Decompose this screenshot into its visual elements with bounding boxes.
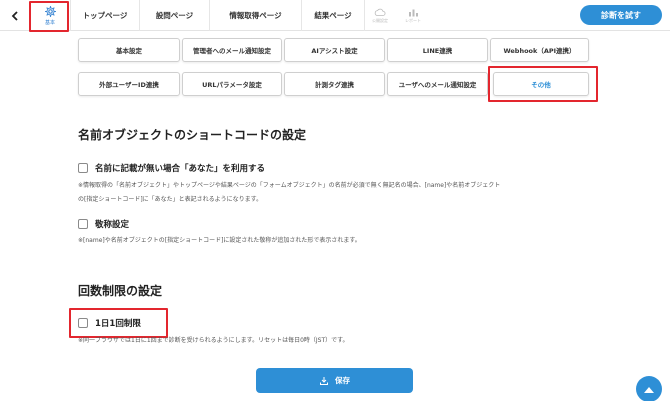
tab-publish-settings[interactable]: 公開設定 [369, 3, 391, 28]
bar-chart-icon [408, 9, 418, 16]
tab-publish-label: 公開設定 [372, 17, 388, 23]
basic-settings-button[interactable]: 基本設定 [78, 38, 180, 62]
chevron-left-icon [11, 10, 18, 21]
ai-assist-settings-button[interactable]: AIアシスト設定 [284, 38, 385, 62]
back-button[interactable] [0, 0, 30, 31]
caret-up-icon [644, 386, 654, 393]
honorific-option[interactable]: 敬称設定 [78, 218, 129, 230]
tracking-tag-button[interactable]: 計測タグ連携 [284, 72, 385, 96]
tab-info-page[interactable]: 情報取得ページ [210, 0, 302, 31]
shortcode-heading: 名前オブジェクトのショートコードの設定 [78, 128, 307, 142]
line-integration-button[interactable]: LINE連携 [387, 38, 488, 62]
tab-report-label: レポート [405, 17, 421, 23]
use-anata-label: 名前に記載が無い場合「あなた」を利用する [95, 164, 266, 174]
admin-email-settings-button[interactable]: 管理者へのメール通知設定 [182, 38, 282, 62]
top-nav-bar: 基本 トップページ 設問ページ 情報取得ページ 結果ページ 公開設定 レポート … [0, 0, 670, 32]
tab-question-page[interactable]: 設問ページ [140, 0, 210, 31]
honorific-label: 敬称設定 [95, 220, 130, 230]
honorific-note: ※[name]や名前オブジェクトの[指定ショートコード]に設定された敬称が追加さ… [78, 237, 361, 244]
external-user-id-button[interactable]: 外部ユーザーID連携 [78, 72, 180, 96]
use-anata-note: ※情報取得の「名前オブジェクト」やトップページや結果ページの「フォームオブジェク… [78, 179, 598, 207]
limit-heading: 回数制限の設定 [78, 284, 163, 298]
tab-top-page[interactable]: トップページ [70, 0, 140, 31]
use-anata-checkbox[interactable] [78, 163, 88, 173]
download-icon [320, 376, 328, 385]
save-button[interactable]: 保存 [256, 368, 413, 393]
url-parameter-button[interactable]: URLパラメータ設定 [182, 72, 282, 96]
scroll-to-top-button[interactable] [636, 376, 662, 401]
user-email-settings-button[interactable]: ユーザへのメール通知設定 [387, 72, 488, 96]
webhook-button[interactable]: Webhook（API連携） [490, 38, 589, 62]
highlight-other-button [488, 66, 598, 102]
honorific-checkbox[interactable] [78, 219, 88, 229]
tab-report[interactable]: レポート [402, 3, 424, 28]
daily-limit-note: ※同一ブラウザでは1日に1回まで診断を受けられるようにします。リセットは毎日0時… [78, 337, 349, 344]
use-anata-note-line1: ※情報取得の「名前オブジェクト」やトップページや結果ページの「フォームオブジェク… [78, 182, 501, 189]
cloud-icon [374, 8, 386, 16]
tab-result-page[interactable]: 結果ページ [302, 0, 365, 31]
use-anata-option[interactable]: 名前に記載が無い場合「あなた」を利用する [78, 162, 265, 174]
save-label: 保存 [335, 376, 350, 385]
use-anata-note-line2: の[指定ショートコード]に「あなた」と表記されるようになります。 [78, 196, 263, 203]
try-diagnosis-button[interactable]: 診断を試す [580, 5, 662, 25]
highlight-base-tab [29, 1, 69, 32]
